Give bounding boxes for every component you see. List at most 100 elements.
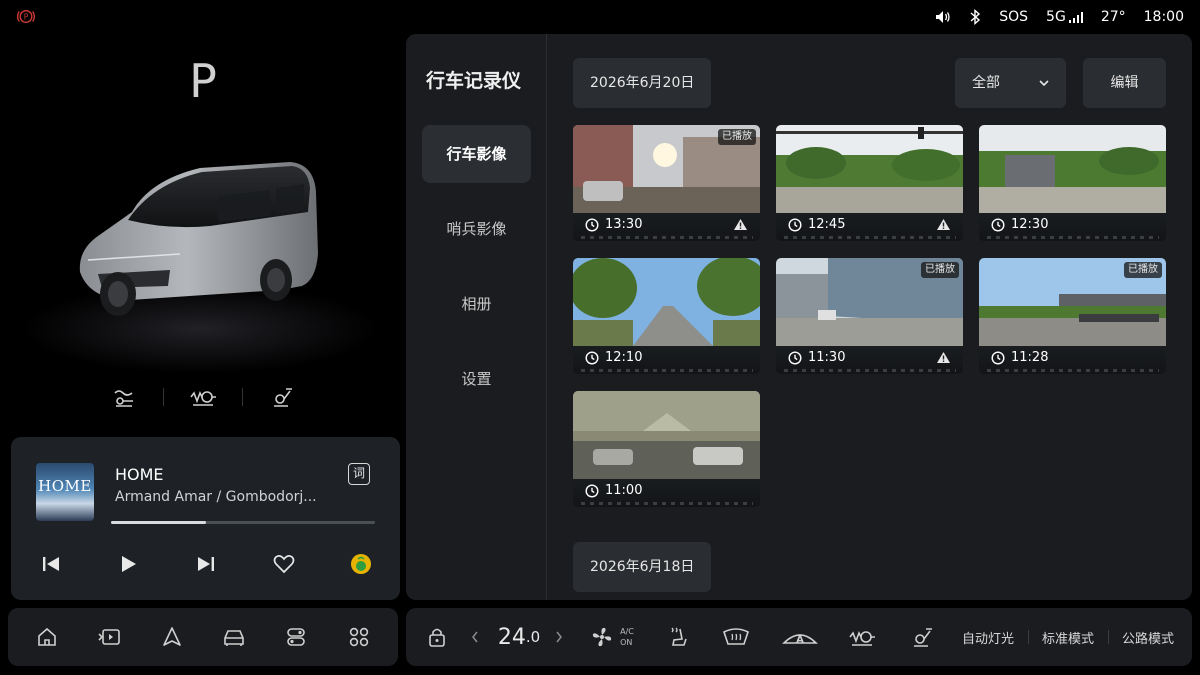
clock-icon — [788, 350, 802, 365]
apps-button[interactable] — [341, 619, 377, 655]
tab-driving-video[interactable]: 行车影像 — [422, 125, 531, 183]
suspension-icon — [849, 631, 875, 646]
date-header: 2026年6月20日 — [573, 58, 712, 108]
fan-icon — [592, 627, 612, 647]
clip-preview — [573, 258, 760, 346]
network-label: 5G — [1046, 9, 1066, 25]
played-badge: 已播放 — [921, 262, 959, 278]
clip-time-label: 12:10 — [605, 350, 643, 365]
album-art[interactable]: HOME — [36, 463, 94, 521]
lock-button[interactable] — [424, 608, 450, 666]
gear-indicator: P — [189, 54, 217, 108]
clip-thumbnail[interactable]: 11:00 — [573, 391, 760, 507]
clip-time: 11:00 — [585, 483, 642, 498]
warning-icon — [937, 219, 950, 230]
network-indicator: 5G — [1046, 9, 1083, 25]
tab-sentry-video[interactable]: 哨兵影像 — [422, 200, 531, 258]
previous-track-button[interactable] — [31, 549, 71, 579]
warning-icon — [734, 219, 747, 230]
chevron-left-icon — [472, 631, 478, 643]
temperature-up-button[interactable] — [552, 608, 566, 666]
auto-climate-button[interactable]: A — [780, 608, 820, 666]
play-icon — [121, 556, 136, 572]
album-art-text: HOME — [38, 477, 92, 495]
next-track-button[interactable] — [186, 549, 226, 579]
drive-mode-button[interactable]: 标准模式 — [1038, 608, 1098, 666]
clip-thumbnail[interactable]: 12:30 — [979, 125, 1166, 241]
play-button[interactable] — [109, 549, 149, 579]
windshield-auto-icon: A — [782, 634, 818, 646]
steering-icon[interactable] — [243, 384, 321, 410]
temperature-down-button[interactable] — [468, 608, 482, 666]
clip-thumbnail[interactable]: 12:45 — [776, 125, 963, 241]
steering-button[interactable] — [908, 608, 936, 666]
dock-separator — [1108, 630, 1109, 644]
defrost-icon — [723, 628, 749, 645]
music-app-button[interactable] — [341, 549, 381, 579]
svg-text:P: P — [24, 12, 29, 21]
clock-icon — [585, 350, 599, 365]
clip-thumbnail[interactable]: 已播放 13:30 — [573, 125, 760, 241]
front-defrost-button[interactable] — [720, 608, 752, 666]
clip-thumbnail[interactable]: 已播放 11:28 — [979, 258, 1166, 374]
seat-heating-button[interactable] — [664, 608, 692, 666]
clip-event-track — [987, 369, 1159, 372]
road-mode-button[interactable]: 公路模式 — [1118, 608, 1178, 666]
car-image — [79, 162, 319, 316]
clip-time-label: 11:28 — [1011, 350, 1049, 365]
clip-time: 12:45 — [788, 217, 845, 232]
clip-preview — [573, 391, 760, 479]
warning-icon — [937, 352, 950, 363]
ac-label: A/C — [620, 627, 634, 636]
ac-button[interactable]: A/C ON — [584, 608, 640, 666]
clip-time: 12:30 — [991, 217, 1048, 232]
clip-thumbnail[interactable]: 已播放 11:30 — [776, 258, 963, 374]
played-badge: 已播放 — [1124, 262, 1162, 278]
tab-settings[interactable]: 设置 — [422, 350, 531, 408]
clip-event-track — [784, 369, 956, 372]
dock-separator — [1028, 630, 1029, 644]
bluetooth-icon[interactable] — [969, 9, 981, 25]
clip-time-label: 11:30 — [808, 350, 846, 365]
vehicle-button[interactable] — [216, 619, 252, 655]
chevron-right-icon — [556, 631, 562, 643]
home-icon — [38, 627, 56, 646]
temperature-display: 24.0 — [492, 608, 546, 666]
favorite-button[interactable] — [264, 549, 304, 579]
clip-event-track — [581, 236, 753, 239]
clip-event-track — [987, 236, 1159, 239]
vehicle-panel: P — [0, 34, 406, 434]
auto-light-button[interactable]: 自动灯光 — [958, 608, 1018, 666]
media-button[interactable] — [91, 619, 127, 655]
parking-brake-icon: P — [17, 10, 35, 23]
ac-state: ON — [620, 638, 633, 647]
song-title: HOME — [115, 465, 164, 484]
controls-button[interactable] — [278, 619, 314, 655]
filter-dropdown[interactable]: 全部 — [955, 58, 1066, 108]
clip-thumbnail[interactable]: 12:10 — [573, 258, 760, 374]
media-icon — [98, 629, 121, 645]
edit-button[interactable]: 编辑 — [1083, 58, 1166, 108]
dashcam-sidebar: 行车记录仪 行车影像 哨兵影像 相册 设置 — [406, 34, 547, 600]
suspension-icon[interactable] — [164, 384, 242, 410]
ac-status: A/C ON — [620, 626, 634, 648]
apps-icon — [349, 627, 368, 647]
sos-label[interactable]: SOS — [999, 9, 1028, 25]
clip-event-track — [581, 369, 753, 372]
navigation-button[interactable] — [154, 619, 190, 655]
playback-progress[interactable] — [111, 521, 375, 524]
tab-album[interactable]: 相册 — [422, 275, 531, 333]
filter-value: 全部 — [972, 75, 1000, 91]
navigation-icon — [163, 627, 181, 646]
volume-icon[interactable] — [935, 10, 951, 24]
clip-time: 11:28 — [991, 350, 1048, 365]
app-dock — [8, 608, 398, 666]
seat-heat-icon — [671, 627, 687, 646]
ride-comfort-icon[interactable] — [85, 384, 163, 410]
home-button[interactable] — [29, 619, 65, 655]
suspension-button[interactable] — [846, 608, 878, 666]
lyrics-button[interactable]: 词 — [348, 463, 370, 485]
clock-icon — [585, 217, 599, 232]
music-player: HOME HOME Armand Amar / Gombodorj... 词 — [11, 437, 400, 600]
svg-text:A: A — [796, 635, 804, 646]
